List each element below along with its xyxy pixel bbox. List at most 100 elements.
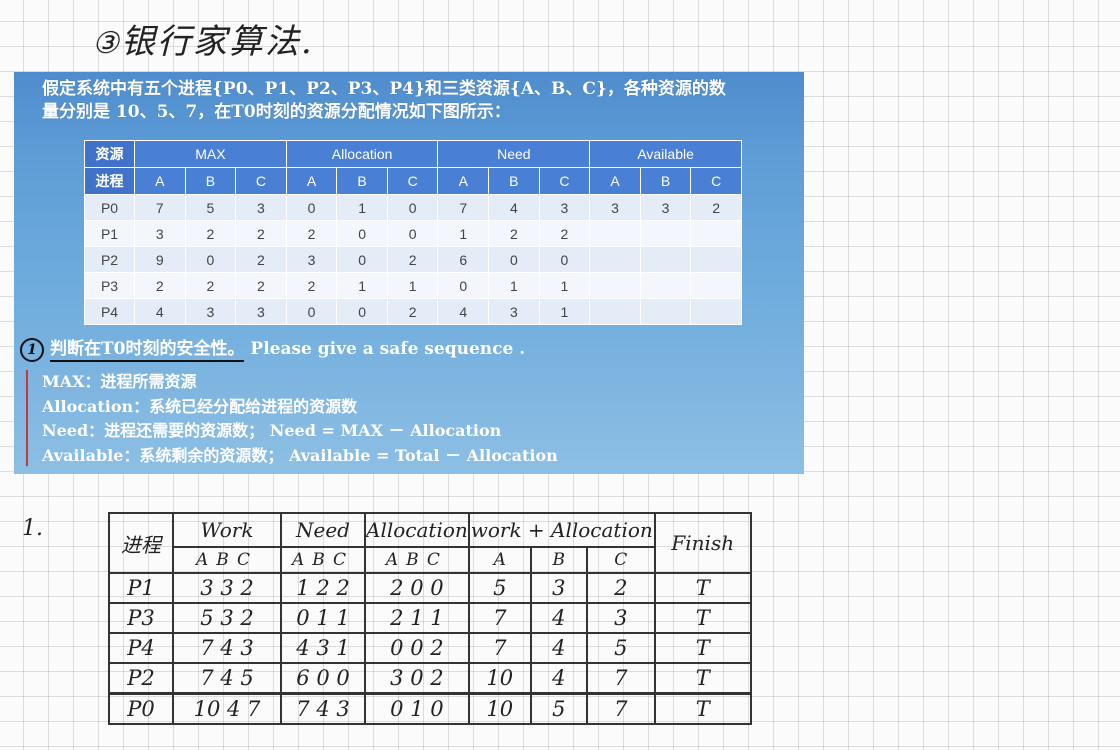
avail-cell — [690, 246, 742, 273]
table-row: P4 4 3 3 0 0 2 4 3 1 — [84, 298, 742, 325]
subheader-abc: ABC — [364, 546, 470, 574]
avail-cell — [639, 298, 692, 325]
alloc-cell: 2 — [285, 220, 338, 247]
subcol-header: A — [589, 167, 641, 195]
wa-cell: 4 — [529, 632, 588, 664]
avail-cell — [690, 298, 742, 325]
subcol-header: B — [184, 167, 237, 195]
need-cell: 1 — [538, 298, 591, 325]
group-header-available: Available — [589, 140, 742, 168]
alloc-cell: 3 0 2 — [364, 662, 470, 695]
alloc-cell: 1 — [336, 272, 388, 299]
need-cell: 6 0 0 — [280, 662, 366, 695]
alloc-cell: 2 — [386, 298, 439, 325]
slide-image: 假定系统中有五个进程{P0、P1、P2、P3、P4}和三类资源{A、B、C}，各… — [14, 72, 804, 474]
subcol-header: B — [336, 167, 388, 195]
alloc-cell: 3 — [285, 246, 338, 273]
header-work-plus-allocation: work + Allocation — [467, 512, 656, 548]
process-cell: P4 — [84, 298, 135, 325]
process-cell: P2 — [108, 662, 174, 695]
avail-cell: 3 — [639, 194, 692, 221]
avail-cell: 2 — [690, 194, 742, 221]
wa-cell: 2 — [585, 572, 656, 604]
process-cell: P4 — [108, 632, 174, 664]
process-cell: P3 — [108, 602, 174, 634]
subcol-header: C — [690, 167, 742, 195]
alloc-cell: 0 — [336, 246, 388, 273]
need-cell: 0 — [538, 246, 591, 273]
intro-line: 量分别是 10、5、7，在T0时刻的资源分配情况如下图所示： — [42, 102, 511, 122]
table-row: P1 3 3 2 1 2 2 2 0 0 5 3 2 T — [108, 572, 752, 604]
avail-cell — [639, 220, 692, 247]
header-need: Need — [280, 512, 366, 548]
group-header-allocation: Allocation — [285, 140, 439, 168]
group-header-need: Need — [437, 140, 591, 168]
handwritten-heading: ③银行家算法. — [92, 14, 314, 63]
finish-cell: T — [653, 602, 752, 634]
wa-cell: 5 — [467, 572, 532, 604]
avail-cell — [589, 220, 641, 247]
wa-cell: 3 — [585, 602, 656, 634]
alloc-cell: 0 1 0 — [364, 692, 470, 725]
need-cell: 2 — [488, 220, 540, 247]
alloc-cell: 0 — [386, 194, 439, 221]
need-cell: 0 — [437, 272, 490, 299]
question-suffix: Please give a safe sequence . — [250, 339, 526, 359]
wa-cell: 7 — [585, 692, 656, 725]
subheader-c: C — [585, 546, 656, 574]
max-cell: 2 — [184, 272, 237, 299]
avail-cell: 3 — [589, 194, 641, 221]
max-cell: 0 — [184, 246, 237, 273]
header-finish: Finish — [653, 512, 752, 574]
max-cell: 2 — [134, 272, 186, 299]
process-cell: P1 — [84, 220, 135, 247]
work-cell: 7 4 3 — [172, 632, 282, 664]
work-cell: 10 4 7 — [172, 692, 282, 725]
alloc-cell: 0 — [336, 220, 388, 247]
group-header-max: MAX — [134, 140, 287, 168]
work-cell: 7 4 5 — [172, 662, 282, 695]
table-row: P1 3 2 2 2 0 0 1 2 2 — [84, 220, 742, 247]
question-mark-number: 1 — [20, 337, 44, 362]
process-cell: P2 — [84, 246, 135, 273]
need-cell: 0 — [488, 246, 540, 273]
alloc-cell: 2 — [386, 246, 439, 273]
alloc-cell: 0 — [285, 194, 338, 221]
wa-cell: 5 — [585, 632, 656, 664]
header-allocation: Allocation — [364, 512, 470, 548]
resource-allocation-table: 资源 MAX Allocation Need Available 进程 A B … — [84, 140, 742, 325]
header-work: Work — [172, 512, 282, 548]
table-row: P0 7 5 3 0 1 0 7 4 3 3 3 2 — [84, 194, 742, 221]
safety-check-table: 进程 Work Need Allocation work + Allocatio… — [108, 512, 752, 725]
wa-cell: 5 — [529, 692, 588, 725]
subheader-a: A — [467, 546, 532, 574]
max-cell: 4 — [134, 298, 186, 325]
alloc-cell: 2 0 0 — [364, 572, 470, 604]
max-cell: 9 — [134, 246, 186, 273]
max-cell: 7 — [134, 194, 186, 221]
max-cell: 3 — [184, 298, 237, 325]
table-row: P2 7 4 5 6 0 0 3 0 2 10 4 7 T — [108, 662, 752, 695]
definition-line: Available：系统剩余的资源数； Available = Total － … — [42, 445, 558, 465]
heading-number: ③ — [92, 26, 121, 61]
intro-line: 假定系统中有五个进程{P0、P1、P2、P3、P4}和三类资源{A、B、C}，各… — [42, 79, 726, 99]
subcol-header: B — [488, 167, 540, 195]
definition-line: Allocation：系统已经分配给进程的资源数 — [42, 396, 358, 416]
work-cell: 3 3 2 — [172, 572, 282, 604]
alloc-cell: 0 — [386, 220, 439, 247]
subheader-b: B — [529, 546, 588, 574]
definition-line: Need：进程还需要的资源数； Need = MAX － Allocation — [42, 421, 502, 440]
alloc-cell: 1 — [336, 194, 388, 221]
need-cell: 1 2 2 — [280, 572, 366, 604]
need-cell: 4 — [437, 298, 490, 325]
subcol-header: A — [134, 167, 186, 195]
subcol-header: C — [235, 167, 287, 195]
wa-cell: 7 — [585, 662, 656, 695]
avail-cell — [589, 246, 641, 273]
need-cell: 7 — [437, 194, 490, 221]
need-cell: 0 1 1 — [280, 602, 366, 634]
table-row: P0 10 4 7 7 4 3 0 1 0 10 5 7 T — [108, 692, 752, 725]
wa-cell: 7 — [467, 602, 532, 634]
need-cell: 4 3 1 — [280, 632, 366, 664]
subheader-abc: ABC — [280, 546, 366, 574]
